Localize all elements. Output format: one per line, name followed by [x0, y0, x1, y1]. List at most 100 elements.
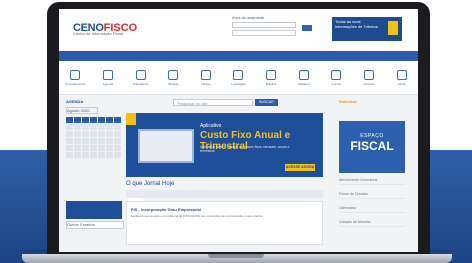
shortcut-noticias[interactable]: Notícias [358, 69, 380, 86]
bookmark-icon [126, 113, 136, 125]
search-input[interactable]: Pesquisar no site [173, 99, 253, 106]
calendar-day[interactable] [74, 145, 81, 151]
shortcut-ajuda[interactable]: Ajuda [391, 69, 413, 86]
login-box: Área do assinante [232, 15, 302, 36]
shortcut-tabelas[interactable]: Tabelas [162, 69, 184, 86]
shortcut-label: Procedimentos [65, 81, 86, 86]
promo-text: Todas as suas informações de Tributos [335, 19, 378, 29]
news-item[interactable]: PIS - Incorporação Grau Empresarial Escl… [126, 201, 323, 245]
calendar-day[interactable] [106, 131, 113, 137]
calendar-day[interactable] [114, 138, 121, 144]
search-button[interactable]: BUSCAR [255, 99, 278, 106]
calendar-day[interactable] [66, 117, 73, 123]
calendar-day[interactable] [114, 152, 121, 158]
calendar-title: AGENDA [66, 99, 84, 104]
chart-icon [135, 69, 146, 80]
main-nav: HomeProcedimentosRegulamentosNormas Muni… [59, 51, 418, 65]
calendar-day[interactable] [106, 152, 113, 158]
sidebar-banner[interactable] [66, 201, 122, 219]
shortcut-label: Tabelas [168, 81, 179, 86]
calendar-day[interactable] [74, 138, 81, 144]
calendar-day[interactable] [98, 131, 105, 137]
calendar-day[interactable] [98, 117, 105, 123]
calendar-day[interactable] [66, 138, 73, 144]
espaco-fiscal-banner[interactable]: ESPAÇO FISCAL [339, 121, 405, 173]
news-title[interactable]: PIS - Incorporação Grau Empresarial [131, 207, 318, 212]
right-link[interactable]: Calendário [339, 205, 405, 213]
shortcut-label: Agenda [102, 81, 114, 86]
calendar-day[interactable] [98, 138, 105, 144]
document-icon [70, 69, 81, 80]
fiscal-label: FISCAL [350, 139, 394, 153]
calendar-day[interactable] [82, 124, 89, 130]
site-header: CENOFISCO Centro de Informação Fiscal Ár… [59, 9, 418, 51]
calendar-day[interactable] [106, 138, 113, 144]
shortcut-cursos[interactable]: Cursos [325, 69, 347, 86]
calendar-day[interactable] [74, 152, 81, 158]
calendar-day[interactable] [74, 117, 81, 123]
promo-book-icon [388, 21, 398, 35]
state-select[interactable]: Outros Estados [66, 221, 124, 229]
login-button[interactable] [302, 25, 312, 31]
table-icon [168, 69, 179, 80]
calendar-day[interactable] [66, 131, 73, 137]
graduation-icon [331, 69, 342, 80]
calendar-day[interactable] [106, 124, 113, 130]
shortcut-indicadores[interactable]: Indicadores [130, 69, 152, 86]
calendar-day[interactable] [82, 138, 89, 144]
login-password-input[interactable] [232, 30, 296, 36]
calendar-day[interactable] [74, 124, 81, 130]
right-link[interactable]: Atendimento Consultoria [339, 177, 405, 185]
shortcut-boletins[interactable]: Boletins [260, 69, 282, 86]
calendar-day[interactable] [66, 145, 73, 151]
promo-banner[interactable]: Todas as suas informações de Tributos [332, 17, 402, 41]
shortcut-label: Cursos [331, 81, 342, 86]
monitor-icon [138, 129, 194, 163]
shortcut-label: Legislação [231, 81, 246, 86]
calendar-day[interactable] [82, 145, 89, 151]
news-icon [363, 69, 374, 80]
calendar-day[interactable] [98, 145, 105, 151]
calendar-month[interactable]: Agosto 2020 [66, 107, 98, 114]
hero-eyebrow: Aplicativo [200, 123, 222, 129]
calendar-day[interactable] [90, 131, 97, 137]
news-body: Esclarecimentos sobre a incidência do PI… [131, 214, 264, 218]
calendar-day[interactable] [82, 117, 89, 123]
calendar-day[interactable] [98, 152, 105, 158]
shortcut-label: Indicadores [132, 81, 149, 86]
right-title: Palestras [339, 99, 357, 104]
calendar-day[interactable] [74, 131, 81, 137]
login-user-input[interactable] [232, 22, 296, 28]
hero-banner[interactable]: Aplicativo Custo Fixo Anual e Trimestral… [126, 113, 323, 177]
calendar-day[interactable] [90, 152, 97, 158]
login-label: Área do assinante [232, 15, 265, 20]
calendar-day[interactable] [90, 117, 97, 123]
calendar-day[interactable] [114, 117, 121, 123]
calendar-day[interactable] [114, 131, 121, 137]
calendar-day[interactable] [114, 124, 121, 130]
shortcut-indices[interactable]: Índices [195, 69, 217, 86]
shortcut-modelos[interactable]: Modelos [293, 69, 315, 86]
hero-cta-button[interactable]: ACESSE AGORA [285, 164, 315, 171]
shortcut-agenda[interactable]: Agenda [97, 69, 119, 86]
shortcut-legislacao[interactable]: Legislação [227, 69, 249, 86]
calendar-day[interactable] [82, 152, 89, 158]
shortcut-label: Ajuda [397, 81, 406, 86]
percent-icon [200, 69, 211, 80]
right-link[interactable]: Cotação de Moedas [339, 219, 405, 227]
logo-subtitle: Centro de Informação Fiscal [73, 31, 124, 36]
calendar-day[interactable] [106, 145, 113, 151]
right-link[interactable]: Fórum de Dúvidas [339, 191, 405, 199]
calendar-day[interactable] [82, 131, 89, 137]
calendar-day[interactable] [98, 124, 105, 130]
calendar-day[interactable] [90, 124, 97, 130]
calendar-day[interactable] [114, 145, 121, 151]
shortcut-procedimentos[interactable]: Procedimentos [64, 69, 86, 86]
calendar-grid[interactable] [66, 117, 122, 158]
section-tabs: NotíciasArtigosAtualizaçõesAcesso Legisl… [126, 190, 323, 206]
calendar-day[interactable] [66, 152, 73, 158]
calendar-day[interactable] [90, 138, 97, 144]
calendar-day[interactable] [66, 124, 73, 130]
calendar-day[interactable] [90, 145, 97, 151]
calendar-day[interactable] [106, 117, 113, 123]
